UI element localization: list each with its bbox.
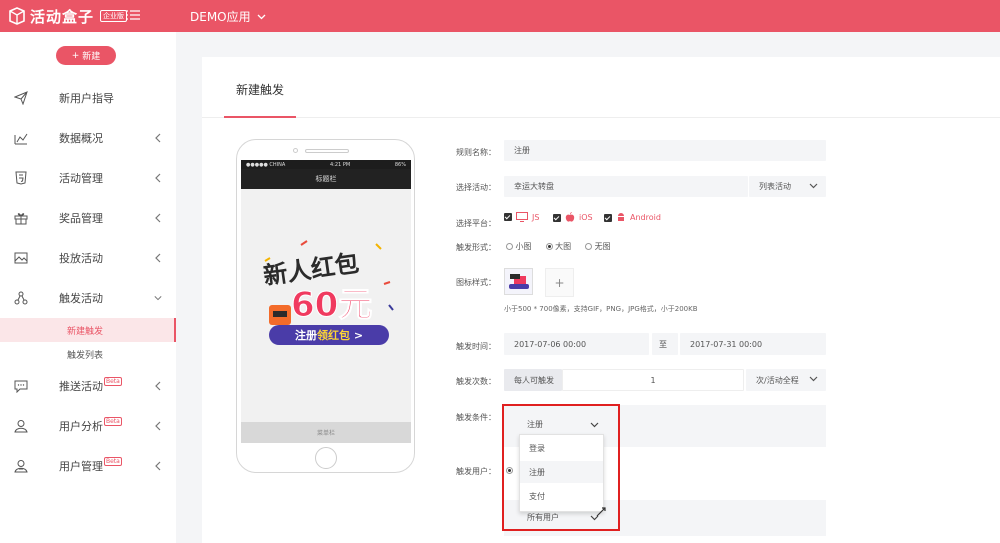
icon-size-hint: 小于500 * 700像素，支持GIF，PNG，JPG格式，小于200KB bbox=[504, 305, 698, 313]
platform-android[interactable]: Android bbox=[604, 212, 661, 223]
chevron-left-icon bbox=[155, 133, 161, 143]
style-option-small[interactable]: 小图 bbox=[506, 241, 532, 252]
style-option-none[interactable]: 无图 bbox=[585, 241, 611, 252]
chevron-left-icon bbox=[155, 253, 161, 263]
sidebar-item-guide[interactable]: 新用户指导 bbox=[0, 78, 176, 118]
style-label: 触发形式： bbox=[456, 243, 496, 252]
sidebar-item-prizes[interactable]: 奖品管理 bbox=[0, 198, 176, 238]
html5-icon bbox=[15, 171, 27, 185]
sidebar: + 新建 新用户指导 数据概况 活动管理 奖品管理 投放活动 触发活动 新建触发… bbox=[0, 32, 176, 543]
sidebar-item-activities[interactable]: 活动管理 bbox=[0, 158, 176, 198]
android-icon bbox=[618, 213, 624, 221]
svg-text:60元: 60元 bbox=[291, 285, 372, 325]
paper-plane-icon bbox=[14, 91, 28, 105]
share-nodes-icon bbox=[14, 291, 28, 305]
gift-icon bbox=[14, 213, 28, 225]
rule-name-label: 规则名称： bbox=[456, 148, 496, 157]
highlight-annotation-box bbox=[502, 404, 620, 531]
promo-thumbnail-image bbox=[505, 269, 532, 294]
checkbox-checked[interactable] bbox=[604, 213, 612, 222]
add-icon-button[interactable]: + bbox=[545, 268, 574, 297]
time-range-separator: 至 bbox=[652, 333, 678, 355]
sidebar-item-trigger[interactable]: 触发活动 bbox=[0, 278, 176, 318]
box-logo-icon bbox=[9, 7, 25, 25]
plus-icon: + bbox=[71, 50, 80, 61]
tab-divider bbox=[202, 117, 1000, 118]
sidebar-subitem-new-trigger[interactable]: 新建触发 bbox=[0, 318, 176, 342]
beta-badge: Beta bbox=[104, 417, 122, 426]
count-scope-addon: 每人可触发 bbox=[504, 369, 562, 391]
count-label: 触发次数： bbox=[456, 377, 496, 386]
beta-badge: Beta bbox=[104, 377, 122, 386]
menu-toggle-icon[interactable] bbox=[126, 9, 140, 21]
icon-style-label: 图标样式： bbox=[456, 278, 496, 287]
user-label: 触发用户： bbox=[456, 467, 496, 476]
condition-label: 触发条件： bbox=[456, 413, 496, 422]
home-button bbox=[315, 447, 337, 469]
chevron-left-icon bbox=[155, 213, 161, 223]
top-bar: 活动盒子 企业版 DEMO应用 bbox=[0, 0, 1000, 32]
active-tab-indicator bbox=[224, 116, 296, 118]
phone-screen: ●●●●● CHINA 4:21 PM 86% 标题栏 新人红包 60元 注册领 bbox=[241, 160, 411, 443]
chevron-left-icon bbox=[155, 381, 161, 391]
sidebar-item-push[interactable]: 推送活动 Beta bbox=[0, 366, 176, 406]
chevron-left-icon bbox=[155, 173, 161, 183]
monitor-icon bbox=[516, 212, 528, 222]
camera bbox=[293, 148, 298, 153]
platform-label: 选择平台： bbox=[456, 219, 496, 228]
edition-badge: 企业版 bbox=[100, 10, 128, 22]
platform-js[interactable]: JS bbox=[504, 212, 539, 222]
sidebar-nav: 新用户指导 数据概况 活动管理 奖品管理 投放活动 触发活动 新建触发 触发列表… bbox=[0, 78, 176, 486]
count-unit-select[interactable]: 次/活动全程 bbox=[746, 369, 826, 391]
sidebar-item-placement[interactable]: 投放活动 bbox=[0, 238, 176, 278]
chart-line-icon bbox=[14, 133, 28, 145]
activity-label: 选择活动： bbox=[456, 183, 496, 192]
sidebar-item-user-analysis[interactable]: 用户分析 Beta bbox=[0, 406, 176, 446]
chevron-down-icon bbox=[809, 376, 818, 382]
time-label: 触发时间： bbox=[456, 342, 496, 351]
checkbox-checked[interactable] bbox=[504, 213, 512, 221]
checkbox-checked[interactable] bbox=[553, 213, 561, 222]
chat-icon bbox=[14, 380, 28, 393]
app-name: DEMO应用 bbox=[190, 10, 251, 24]
user-icon bbox=[14, 420, 28, 433]
start-time-input[interactable]: 2017-07-06 00:00 bbox=[504, 333, 649, 355]
phone-preview: ●●●●● CHINA 4:21 PM 86% 标题栏 新人红包 60元 注册领 bbox=[236, 139, 415, 473]
chevron-down-icon bbox=[154, 296, 162, 301]
new-button[interactable]: + 新建 bbox=[56, 46, 116, 65]
app-selector[interactable]: DEMO应用 bbox=[190, 8, 266, 25]
rule-name-input[interactable]: 注册 bbox=[504, 140, 826, 161]
style-option-large[interactable]: 大图 bbox=[545, 241, 571, 252]
chevron-down-icon bbox=[809, 183, 818, 189]
plus-icon: + bbox=[554, 275, 565, 290]
red-envelope-promo-image: 新人红包 60元 注册领红包 > bbox=[262, 240, 394, 345]
chevron-left-icon bbox=[155, 461, 161, 471]
style-options: 小图 大图 无图 bbox=[506, 241, 611, 252]
count-input[interactable]: 1 bbox=[562, 369, 744, 391]
activity-type-select[interactable]: 列表活动 bbox=[749, 176, 826, 197]
svg-text:注册领红包 >: 注册领红包 > bbox=[295, 328, 363, 342]
phone-status-bar: ●●●●● CHINA 4:21 PM 86% bbox=[241, 160, 411, 169]
users-icon bbox=[14, 460, 28, 473]
chevron-down-icon bbox=[257, 14, 266, 19]
page-title: 新建触发 bbox=[236, 83, 285, 97]
sidebar-subitem-trigger-list[interactable]: 触发列表 bbox=[0, 342, 176, 366]
platform-ios[interactable]: iOS bbox=[553, 212, 593, 223]
logo-text: 活动盒子 bbox=[30, 7, 95, 26]
logo[interactable]: 活动盒子 企业版 bbox=[8, 6, 128, 26]
svg-text:新人红包: 新人红包 bbox=[262, 249, 361, 290]
apple-icon bbox=[565, 212, 575, 222]
speaker bbox=[305, 149, 349, 153]
phone-menu-bar: 菜单栏 bbox=[241, 422, 411, 443]
sidebar-item-overview[interactable]: 数据概况 bbox=[0, 118, 176, 158]
sidebar-item-user-management[interactable]: 用户管理 Beta bbox=[0, 446, 176, 486]
icon-thumbnail[interactable] bbox=[504, 268, 533, 295]
activity-input[interactable]: 幸运大转盘 bbox=[504, 176, 748, 197]
phone-title-bar: 标题栏 bbox=[241, 169, 411, 189]
image-icon bbox=[14, 252, 28, 264]
beta-badge: Beta bbox=[104, 457, 122, 466]
chevron-left-icon bbox=[155, 421, 161, 431]
end-time-input[interactable]: 2017-07-31 00:00 bbox=[680, 333, 826, 355]
